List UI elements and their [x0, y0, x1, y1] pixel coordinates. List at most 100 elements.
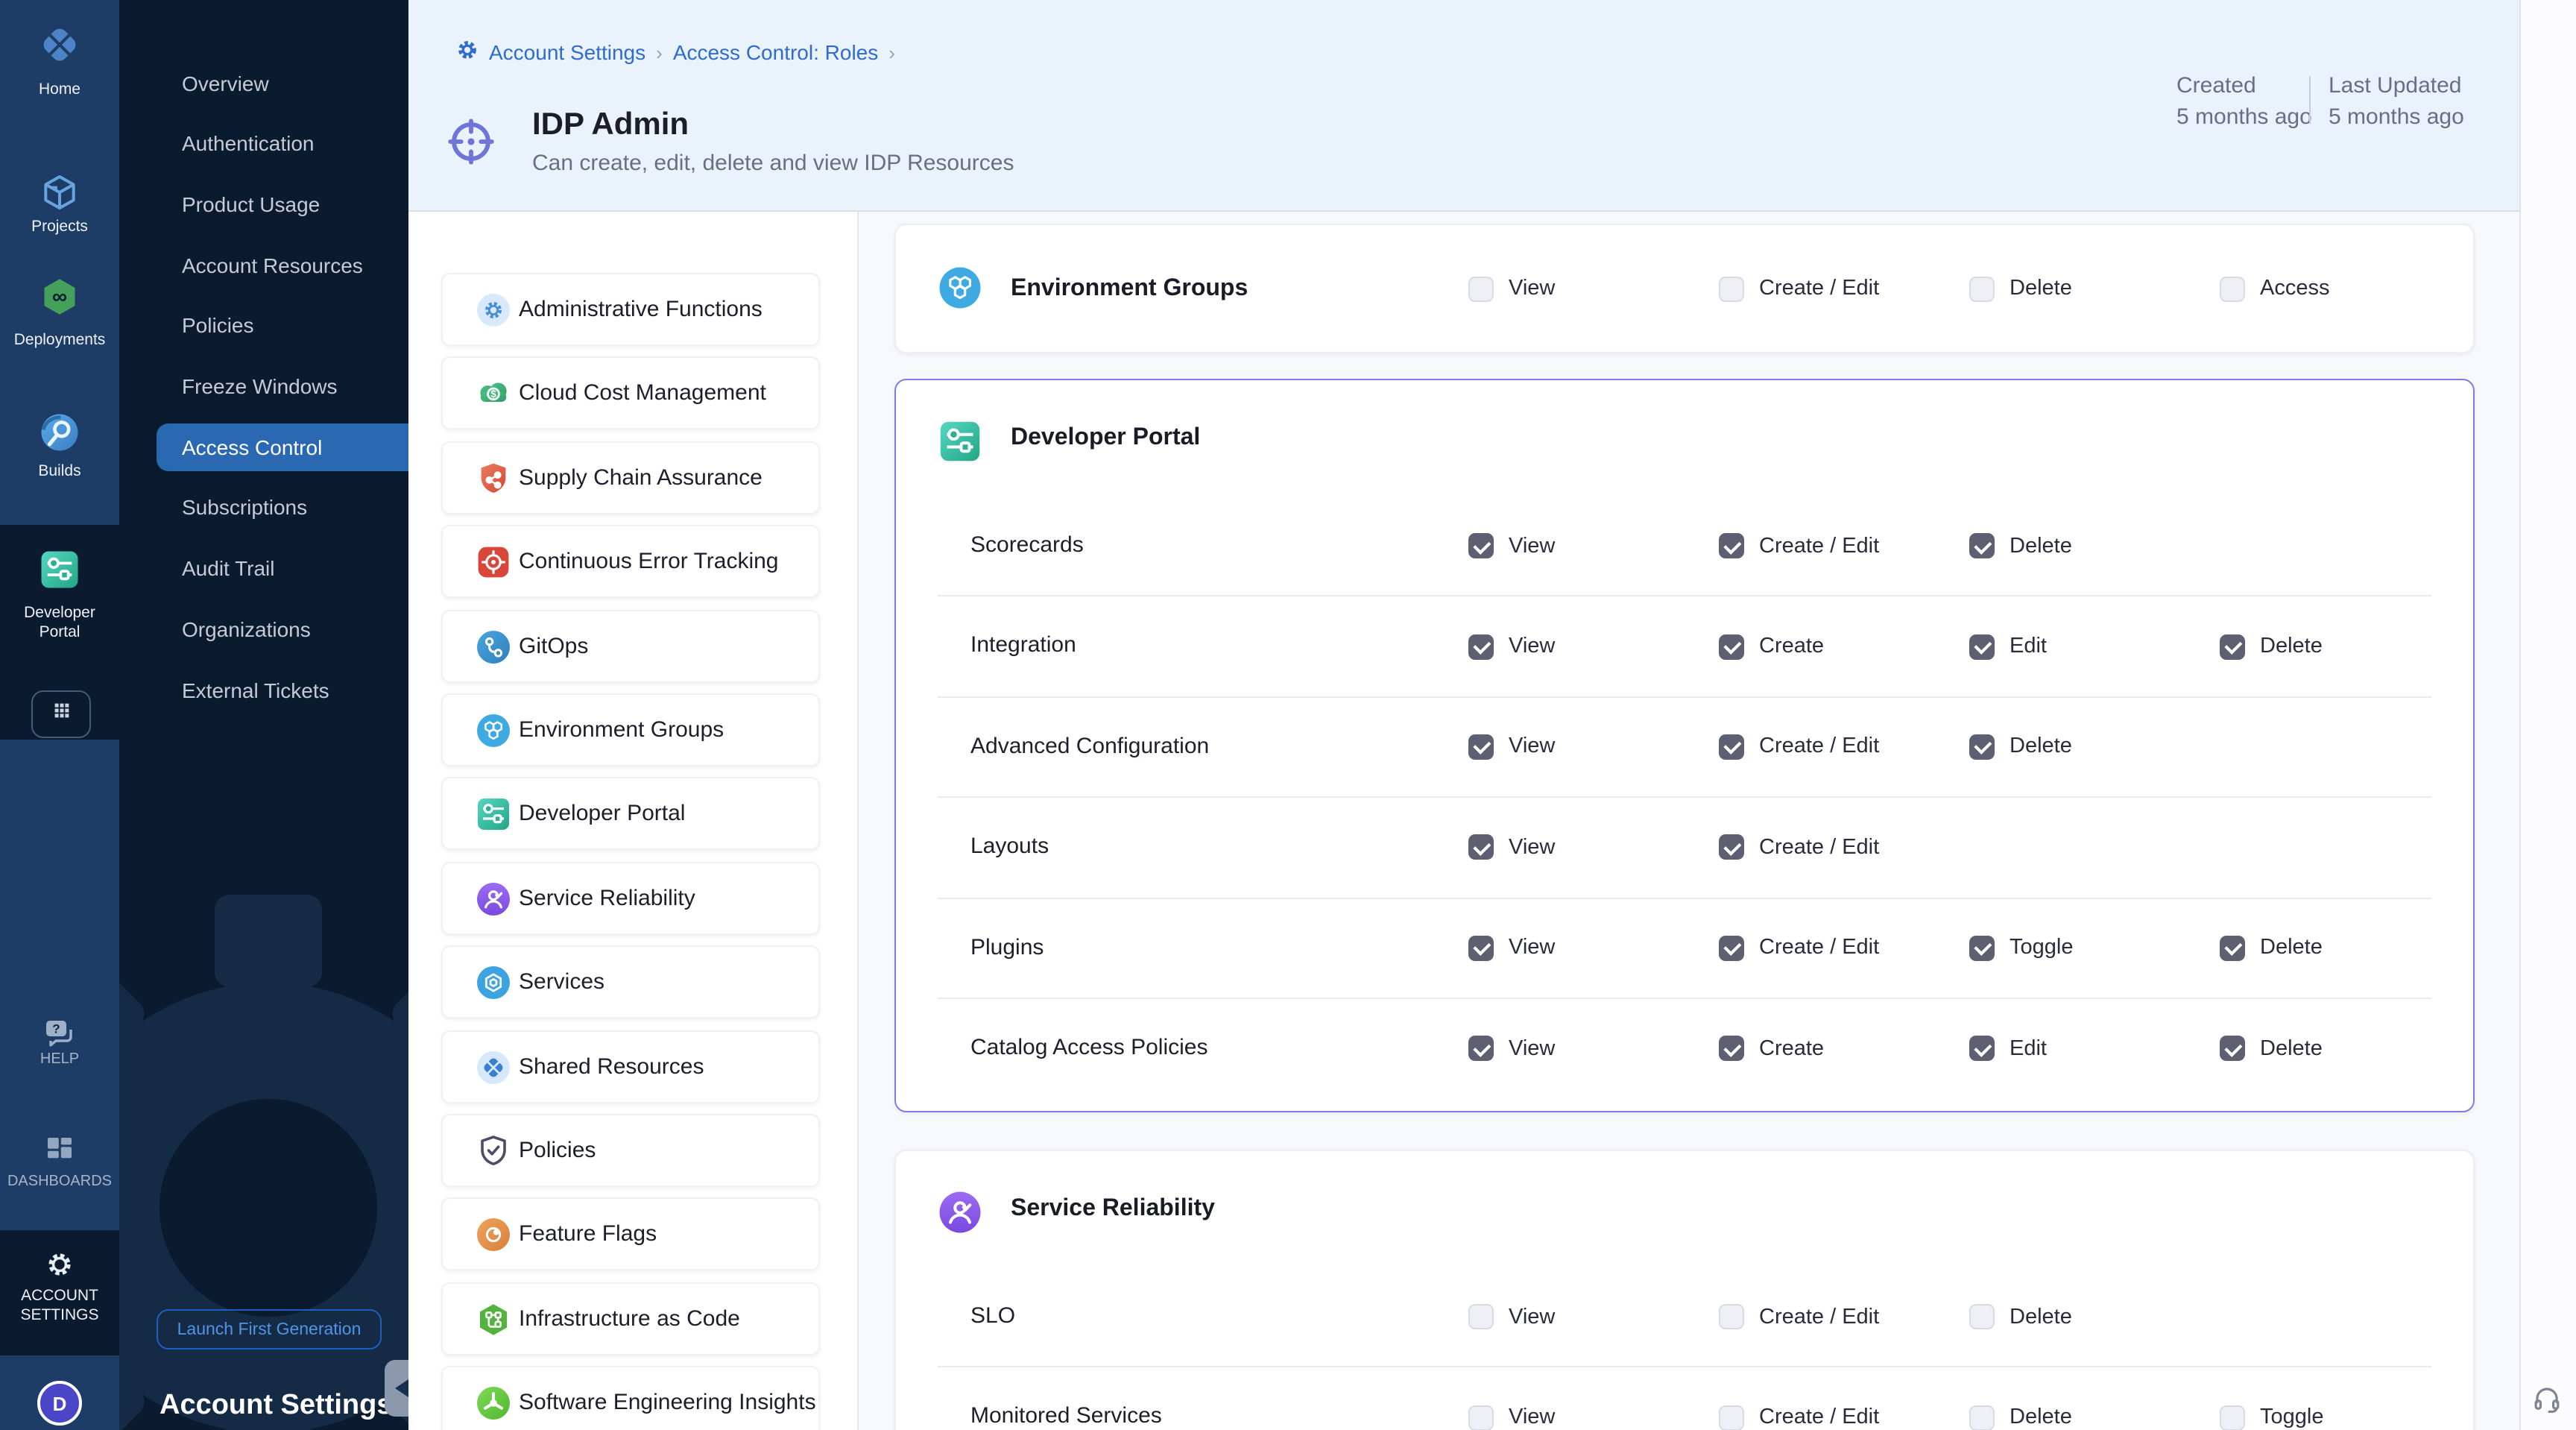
settings-sidebar: OverviewAuthenticationProduct UsageAccou… — [119, 0, 408, 1430]
gitops-icon — [476, 629, 511, 672]
checkbox-delete[interactable] — [1969, 1304, 1995, 1329]
developer-portal-icon — [476, 797, 511, 840]
checkbox-access[interactable] — [2220, 276, 2245, 301]
chevron-right-icon: › — [656, 41, 663, 63]
resource-card-infrastructure-as-code[interactable]: Infrastructure as Code — [441, 1282, 820, 1355]
checkbox-view[interactable] — [1468, 1036, 1494, 1061]
dashboards-icon — [0, 1132, 119, 1175]
rail-item-projects[interactable] — [0, 171, 119, 221]
sidebar-item-policies[interactable]: Policies — [119, 296, 408, 357]
checkbox-create-edit[interactable] — [1719, 276, 1744, 301]
launch-first-generation-button[interactable]: Launch First Generation — [157, 1309, 382, 1349]
sidebar-item-freeze-windows[interactable]: Freeze Windows — [119, 356, 408, 418]
checkbox-delete[interactable] — [1969, 276, 1995, 301]
supply-chain-icon — [476, 461, 511, 504]
environment-groups-icon — [938, 265, 982, 318]
shared-resources-icon — [476, 1049, 511, 1092]
sidebar-item-organizations[interactable]: Organizations — [119, 599, 408, 661]
permission-delete: Delete — [1969, 1405, 2072, 1430]
resource-card-continuous-error-tracking[interactable]: Continuous Error Tracking — [441, 525, 820, 598]
permission-row-advanced-configuration: Advanced Configuration View Create / Edi… — [938, 696, 2431, 797]
sidebar-item-authentication[interactable]: Authentication — [119, 113, 408, 174]
checkbox-create[interactable] — [1719, 634, 1744, 659]
builds-icon — [0, 412, 119, 461]
breadcrumb-account-settings[interactable]: Account Settings — [489, 40, 645, 64]
sidebar-item-overview[interactable]: Overview — [119, 53, 408, 114]
permission-view: View — [1468, 734, 1555, 760]
svg-text:?: ? — [52, 1022, 60, 1036]
checkbox-delete[interactable] — [2220, 634, 2245, 659]
resource-card-supply-chain-assurance[interactable]: Supply Chain Assurance — [441, 441, 820, 514]
checkbox-view[interactable] — [1468, 1304, 1494, 1329]
checkbox-create-edit[interactable] — [1719, 936, 1744, 961]
resource-card-administrative-functions[interactable]: Administrative Functions — [441, 273, 820, 346]
rail-item-builds[interactable] — [0, 412, 119, 461]
checkbox-delete[interactable] — [2220, 1036, 2245, 1061]
checkbox-view[interactable] — [1468, 533, 1494, 558]
checkbox-edit[interactable] — [1969, 634, 1995, 659]
checkbox-view[interactable] — [1468, 734, 1494, 760]
checkbox-delete[interactable] — [1969, 533, 1995, 558]
checkbox-create-edit[interactable] — [1719, 1405, 1744, 1430]
created-meta: Created 5 months ago — [2176, 70, 2312, 133]
checkbox-create-edit[interactable] — [1719, 1304, 1744, 1329]
checkbox-view[interactable] — [1468, 1405, 1494, 1430]
rail-item-developer-portal[interactable] — [0, 549, 119, 598]
checkbox-view[interactable] — [1468, 634, 1494, 659]
checkbox-view[interactable] — [1468, 835, 1494, 860]
sidebar-item-access-control[interactable]: Access Control — [157, 423, 408, 471]
permission-view: View — [1468, 835, 1555, 860]
checkbox-create-edit[interactable] — [1719, 835, 1744, 860]
resource-card-service-reliability[interactable]: Service Reliability — [441, 862, 820, 935]
resource-card-shared-resources[interactable]: Shared Resources — [441, 1030, 820, 1103]
role-target-icon — [447, 118, 495, 173]
section-title: Service Reliability — [1011, 1151, 1215, 1267]
sidebar-footer-title: Account Settings — [160, 1390, 392, 1423]
permission-row-catalog-access-policies: Catalog Access Policies View Create Edit… — [938, 998, 2431, 1098]
permission-row-monitored-services: Monitored Services View Create / Edit De… — [938, 1367, 2431, 1430]
checkbox-edit[interactable] — [1969, 1036, 1995, 1061]
environment-groups-icon — [476, 713, 511, 756]
resource-card-environment-groups[interactable]: Environment Groups — [441, 693, 820, 766]
resource-card-feature-flags[interactable]: Feature Flags — [441, 1198, 820, 1271]
permission-view: View — [1468, 1304, 1555, 1329]
checkbox-delete[interactable] — [1969, 734, 1995, 760]
sidebar-item-account-resources[interactable]: Account Resources — [119, 235, 408, 296]
sidebar-item-subscriptions[interactable]: Subscriptions — [119, 478, 408, 539]
resource-card-gitops[interactable]: GitOps — [441, 609, 820, 682]
checkbox-create-edit[interactable] — [1719, 734, 1744, 760]
checkbox-delete[interactable] — [2220, 936, 2245, 961]
checkbox-toggle[interactable] — [2220, 1405, 2245, 1430]
sidebar-item-audit-trail[interactable]: Audit Trail — [119, 538, 408, 599]
chevron-left-icon — [395, 1379, 408, 1397]
checkbox-toggle[interactable] — [1969, 936, 1995, 961]
permission-delete: Delete — [2220, 634, 2323, 659]
resource-card-services[interactable]: Services — [441, 945, 820, 1018]
module-picker-button[interactable] — [31, 690, 91, 738]
sidebar-item-external-tickets[interactable]: External Tickets — [119, 660, 408, 721]
settings-gear-icon — [456, 39, 479, 66]
checkbox-view[interactable] — [1468, 936, 1494, 961]
resource-card-developer-portal[interactable]: Developer Portal — [441, 778, 820, 851]
checkbox-create-edit[interactable] — [1719, 533, 1744, 558]
resource-card-cloud-cost-management[interactable]: $ Cloud Cost Management — [441, 357, 820, 430]
resource-card-policies[interactable]: Policies — [441, 1114, 820, 1187]
rail-item-deployments[interactable]: ∞ — [0, 276, 119, 325]
permission-create: Create — [1719, 634, 1824, 659]
created-value: 5 months ago — [2176, 101, 2312, 133]
permission-section-service-reliability: Service Reliability SLO View Create / Ed… — [894, 1150, 2475, 1430]
breadcrumb-access-control-roles[interactable]: Access Control: Roles — [673, 40, 878, 64]
checkbox-delete[interactable] — [1969, 1405, 1995, 1430]
checkbox-create[interactable] — [1719, 1036, 1744, 1061]
svg-text:$: $ — [490, 389, 496, 400]
projects-icon — [0, 171, 119, 221]
permission-view: View — [1468, 936, 1555, 961]
support-headset-icon[interactable] — [2531, 1384, 2563, 1423]
rail-item-account-settings[interactable] — [0, 1247, 119, 1290]
rail-item-home[interactable] — [0, 24, 119, 73]
checkbox-view[interactable] — [1468, 276, 1494, 301]
rail-item-dashboards[interactable] — [0, 1132, 119, 1175]
sidebar-item-product-usage[interactable]: Product Usage — [119, 174, 408, 236]
resource-card-software-engineering-insights[interactable]: Software Engineering Insights — [441, 1366, 820, 1430]
user-avatar[interactable]: D — [37, 1381, 82, 1426]
